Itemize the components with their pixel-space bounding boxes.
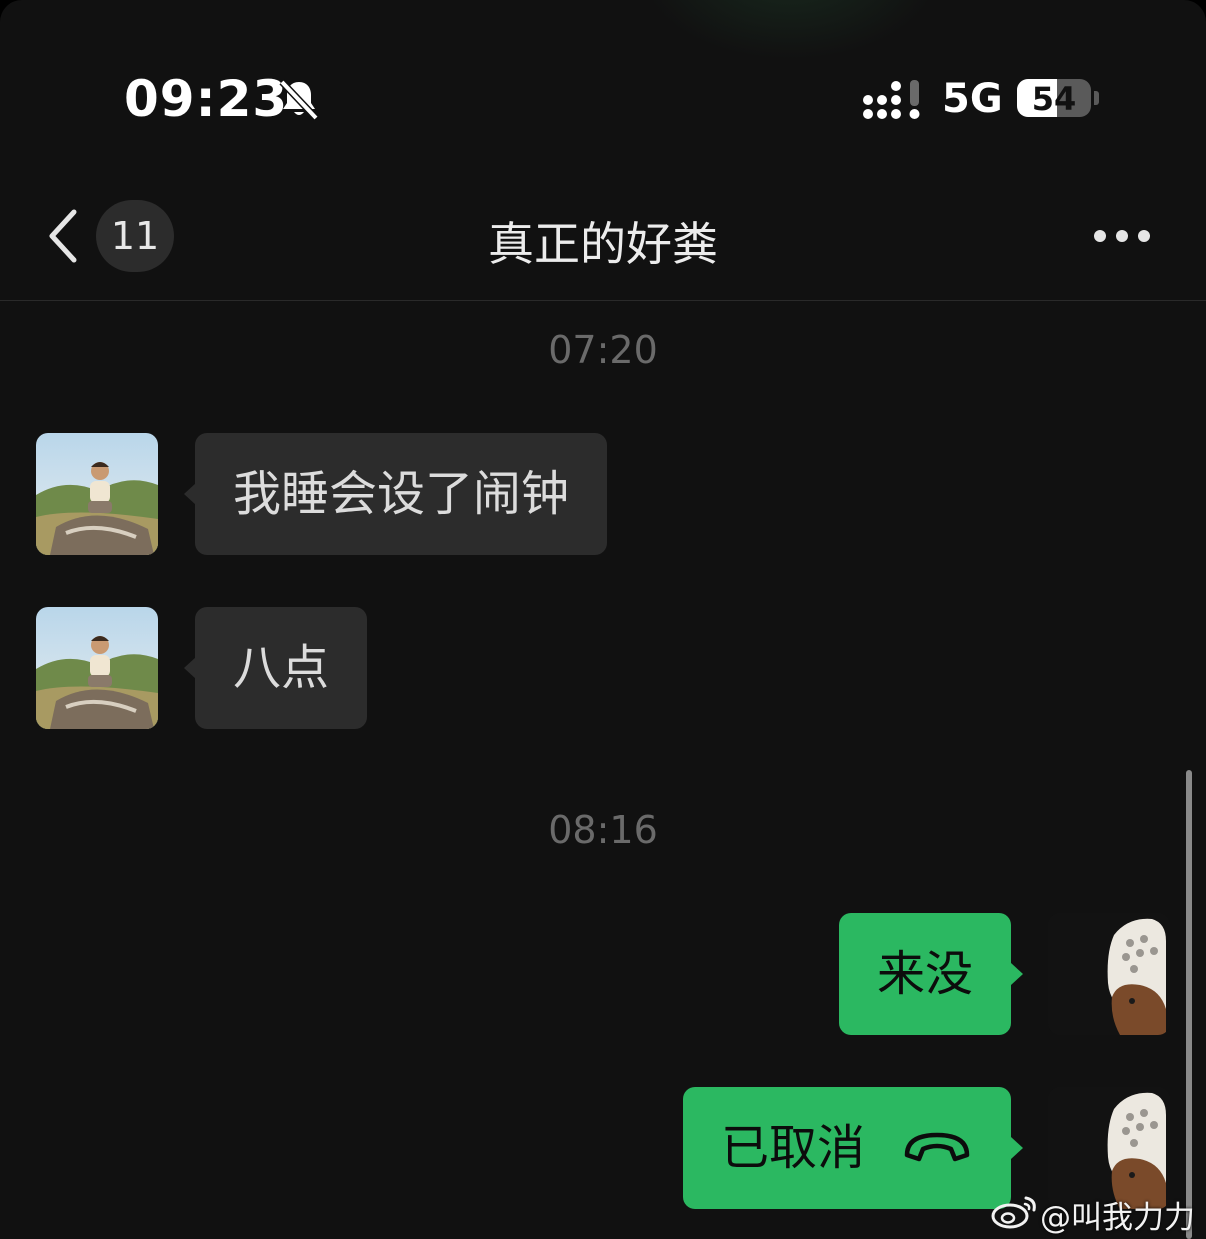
message-timestamp: 08:16 xyxy=(548,808,658,852)
my-avatar[interactable] xyxy=(1048,913,1170,1035)
chat-screen: 09:23 5G 54 11 真正的好粪 07:20 我睡会设了闹钟 八点 08… xyxy=(0,0,1206,1239)
contact-avatar[interactable] xyxy=(36,607,158,729)
bell-slash-icon xyxy=(279,79,319,121)
battery-indicator: 54 xyxy=(1017,79,1091,117)
battery-percent: 54 xyxy=(1031,80,1077,117)
call-record-bubble[interactable]: 已取消 xyxy=(682,1087,1011,1209)
weibo-logo-icon xyxy=(991,1196,1036,1229)
incoming-message-bubble[interactable]: 八点 xyxy=(195,607,368,729)
hang-up-phone-icon xyxy=(904,1132,970,1162)
status-time: 09:23 xyxy=(124,70,289,128)
chat-title: 真正的好粪 xyxy=(488,217,718,271)
incoming-message-bubble[interactable]: 我睡会设了闹钟 xyxy=(195,433,608,555)
scrollbar[interactable] xyxy=(1186,770,1192,1239)
my-avatar[interactable] xyxy=(1048,1087,1170,1209)
outgoing-message-bubble[interactable]: 来没 xyxy=(838,913,1011,1035)
bubble-tail xyxy=(1011,1137,1023,1159)
network-type: 5G xyxy=(942,76,1003,122)
bubble-tail xyxy=(1011,963,1023,985)
cellular-signal-icon xyxy=(863,80,920,119)
nav-divider xyxy=(0,300,1206,301)
message-timestamp: 07:20 xyxy=(548,328,658,372)
contact-avatar[interactable] xyxy=(36,433,158,555)
call-status-text: 已取消 xyxy=(720,1120,865,1176)
more-dots-icon[interactable] xyxy=(1092,226,1152,246)
background-glow xyxy=(640,0,940,60)
watermark-text: @叫我力力 xyxy=(1040,1200,1195,1236)
battery-tip xyxy=(1094,91,1099,105)
